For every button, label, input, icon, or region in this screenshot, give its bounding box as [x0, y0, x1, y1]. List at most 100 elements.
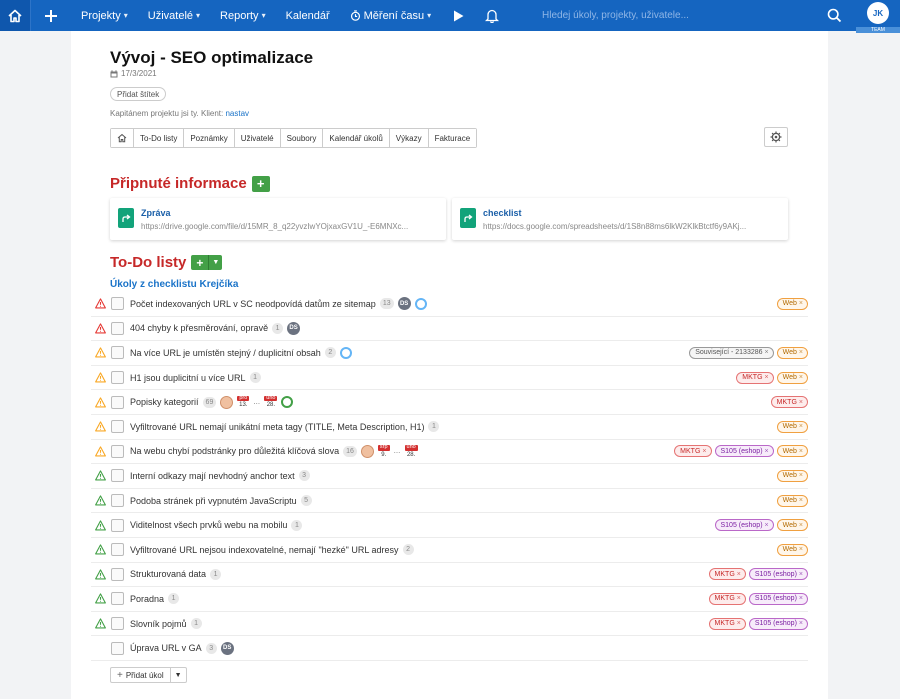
tag-badge[interactable]: MKTG ×: [770, 396, 808, 409]
task-title[interactable]: Popisky kategorií: [130, 397, 199, 407]
task-row[interactable]: Poradna 1 MKTG × S105 (eshop) ×: [91, 587, 808, 612]
task-title[interactable]: 404 chyby k přesměrování, opravě: [130, 323, 268, 333]
tag-badge[interactable]: Web ×: [776, 420, 808, 433]
home-icon[interactable]: [0, 0, 31, 31]
task-title[interactable]: Viditelnost všech prvků webu na mobilu: [130, 520, 287, 530]
task-checkbox[interactable]: [111, 420, 124, 434]
tag-badge[interactable]: MKTG ×: [674, 445, 712, 458]
task-title[interactable]: H1 jsou duplicitní u více URL: [130, 373, 246, 383]
add-todo-list-button[interactable]: + ▼: [191, 255, 223, 270]
task-checkbox[interactable]: [111, 641, 124, 655]
tag-badge[interactable]: S105 (eshop) ×: [748, 592, 808, 605]
menu-reports[interactable]: Reporty ▾: [210, 0, 276, 31]
remove-tag-icon[interactable]: ×: [799, 472, 803, 479]
remove-tag-icon[interactable]: ×: [799, 374, 803, 381]
add-task-button[interactable]: + Přidat úkol: [111, 668, 170, 682]
tag-badge[interactable]: Web ×: [776, 346, 808, 359]
remove-tag-icon[interactable]: ×: [765, 374, 769, 381]
task-row[interactable]: Vyfiltrované URL nejsou indexovatelné, n…: [91, 538, 808, 563]
remove-tag-icon[interactable]: ×: [737, 595, 741, 602]
tag-badge[interactable]: Související - 2133286 ×: [689, 346, 774, 359]
task-checkbox[interactable]: [111, 346, 124, 360]
remove-tag-icon[interactable]: ×: [799, 423, 803, 430]
remove-tag-icon[interactable]: ×: [799, 571, 803, 578]
remove-tag-icon[interactable]: ×: [765, 448, 769, 455]
task-row[interactable]: Popisky kategorií 69 pro 13.… úno 28. MKTG ×: [91, 390, 808, 415]
add-tag-button[interactable]: Přidat štítek: [110, 87, 167, 101]
tab-notes[interactable]: Poznámky: [184, 129, 235, 147]
task-row[interactable]: Úprava URL v GA 3 DS: [91, 636, 808, 661]
tag-badge[interactable]: S105 (eshop) ×: [714, 519, 774, 532]
task-row[interactable]: Interní odkazy mají nevhodný anchor text…: [91, 464, 808, 489]
remove-tag-icon[interactable]: ×: [765, 349, 769, 356]
task-title[interactable]: Strukturovaná data: [130, 569, 206, 579]
menu-users[interactable]: Uživatelé ▾: [138, 0, 210, 31]
task-title[interactable]: Úprava URL v GA: [130, 643, 202, 653]
task-row[interactable]: Na webu chybí podstránky pro důležitá kl…: [91, 440, 808, 465]
task-row[interactable]: Podoba stránek při vypnutém JavaScriptu 5…: [91, 489, 808, 514]
client-link[interactable]: nastav: [225, 109, 249, 118]
task-checkbox[interactable]: [111, 321, 124, 335]
remove-tag-icon[interactable]: ×: [799, 349, 803, 356]
remove-tag-icon[interactable]: ×: [799, 620, 803, 627]
tag-badge[interactable]: Web ×: [776, 494, 808, 507]
settings-button[interactable]: [764, 127, 788, 147]
tag-badge[interactable]: S105 (eshop) ×: [748, 617, 808, 630]
remove-tag-icon[interactable]: ×: [799, 546, 803, 553]
remove-tag-icon[interactable]: ×: [799, 522, 803, 529]
pinned-card[interactable]: checklist https://docs.google.com/spread…: [452, 198, 788, 240]
tag-badge[interactable]: S105 (eshop) ×: [748, 568, 808, 581]
remove-tag-icon[interactable]: ×: [737, 571, 741, 578]
add-pinned-button[interactable]: +: [251, 175, 270, 192]
menu-time-tracking[interactable]: Měření času ▾: [340, 0, 442, 31]
task-checkbox[interactable]: [111, 444, 124, 458]
play-icon[interactable]: [441, 0, 475, 31]
task-title[interactable]: Vyfiltrované URL nejsou indexovatelné, n…: [130, 545, 399, 555]
add-icon[interactable]: +: [191, 255, 209, 270]
add-icon[interactable]: [31, 0, 71, 31]
remove-tag-icon[interactable]: ×: [737, 620, 741, 627]
remove-tag-icon[interactable]: ×: [799, 448, 803, 455]
remove-tag-icon[interactable]: ×: [702, 448, 706, 455]
task-title[interactable]: Počet indexovaných URL v SC neodpovídá d…: [130, 299, 376, 309]
task-checkbox[interactable]: [111, 297, 124, 311]
remove-tag-icon[interactable]: ×: [799, 595, 803, 602]
chevron-down-icon[interactable]: ▼: [169, 668, 186, 682]
tab-reports[interactable]: Výkazy: [389, 129, 429, 147]
tab-users[interactable]: Uživatelé: [234, 129, 281, 147]
task-row[interactable]: 404 chyby k přesměrování, opravě 1 DS: [91, 317, 808, 342]
menu-projects[interactable]: Projekty ▾: [71, 0, 138, 31]
remove-tag-icon[interactable]: ×: [799, 300, 803, 307]
remove-tag-icon[interactable]: ×: [799, 399, 803, 406]
tag-badge[interactable]: MKTG ×: [708, 568, 746, 581]
task-row[interactable]: Na více URL je umístěn stejný / duplicit…: [91, 341, 808, 366]
tag-badge[interactable]: Web ×: [776, 519, 808, 532]
tab-files[interactable]: Soubory: [280, 129, 324, 147]
menu-calendar[interactable]: Kalendář: [276, 0, 340, 31]
search-icon[interactable]: [820, 0, 848, 31]
tag-badge[interactable]: MKTG ×: [708, 617, 746, 630]
task-title[interactable]: Na webu chybí podstránky pro důležitá kl…: [130, 446, 339, 456]
task-title[interactable]: Slovník pojmů: [130, 619, 187, 629]
tag-badge[interactable]: MKTG ×: [708, 592, 746, 605]
task-title[interactable]: Na více URL je umístěn stejný / duplicit…: [130, 348, 321, 358]
tab-task-calendar[interactable]: Kalendář úkolů: [323, 129, 390, 147]
task-row[interactable]: Počet indexovaných URL v SC neodpovídá d…: [91, 292, 808, 317]
task-checkbox[interactable]: [111, 469, 124, 483]
task-checkbox[interactable]: [111, 371, 124, 385]
task-row[interactable]: H1 jsou duplicitní u více URL 1 MKTG × Web ×: [91, 366, 808, 391]
user-avatar[interactable]: JK TEAM: [856, 2, 900, 33]
tag-badge[interactable]: Web ×: [776, 543, 808, 556]
pinned-card[interactable]: Zpráva https://drive.google.com/file/d/1…: [110, 198, 446, 240]
bell-icon[interactable]: [475, 0, 509, 31]
tag-badge[interactable]: S105 (eshop) ×: [714, 445, 774, 458]
tag-badge[interactable]: Web ×: [776, 371, 808, 384]
task-title[interactable]: Podoba stránek při vypnutém JavaScriptu: [130, 496, 297, 506]
task-checkbox[interactable]: [111, 494, 124, 508]
tag-badge[interactable]: MKTG ×: [736, 371, 774, 384]
remove-tag-icon[interactable]: ×: [799, 497, 803, 504]
task-row[interactable]: Slovník pojmů 1 MKTG × S105 (eshop) ×: [91, 612, 808, 637]
tag-badge[interactable]: Web ×: [776, 297, 808, 310]
tab-invoicing[interactable]: Fakturace: [428, 129, 477, 147]
chevron-down-icon[interactable]: ▼: [208, 255, 223, 270]
